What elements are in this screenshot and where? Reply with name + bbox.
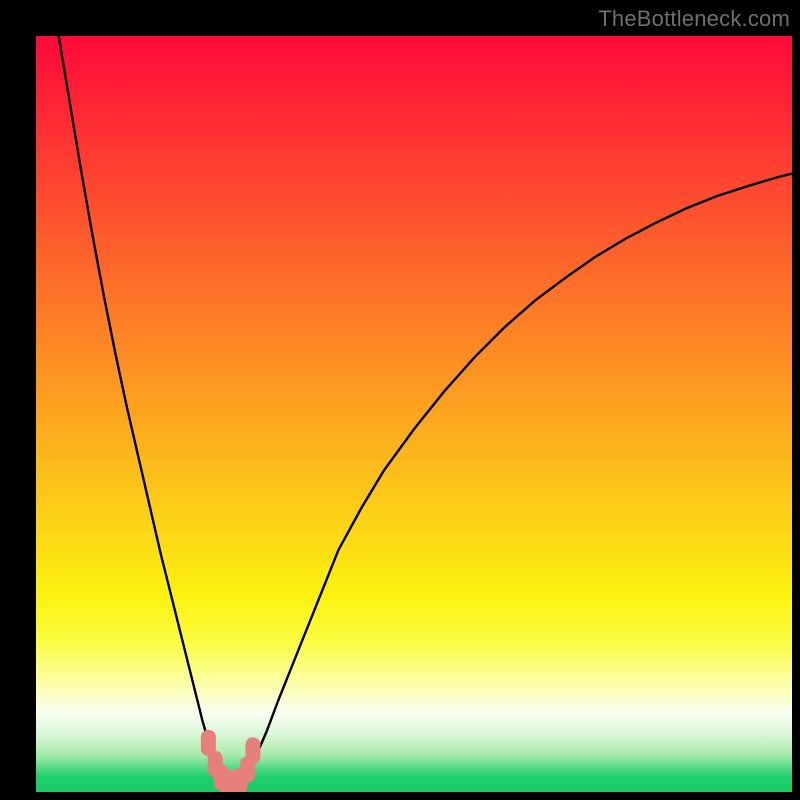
chart-marker: [245, 737, 260, 763]
gradient-background: [36, 36, 792, 792]
plot-svg: [36, 36, 792, 792]
plot-area: [36, 36, 792, 792]
chart-root: TheBottleneck.com: [0, 0, 800, 800]
watermark-text: TheBottleneck.com: [598, 6, 790, 32]
